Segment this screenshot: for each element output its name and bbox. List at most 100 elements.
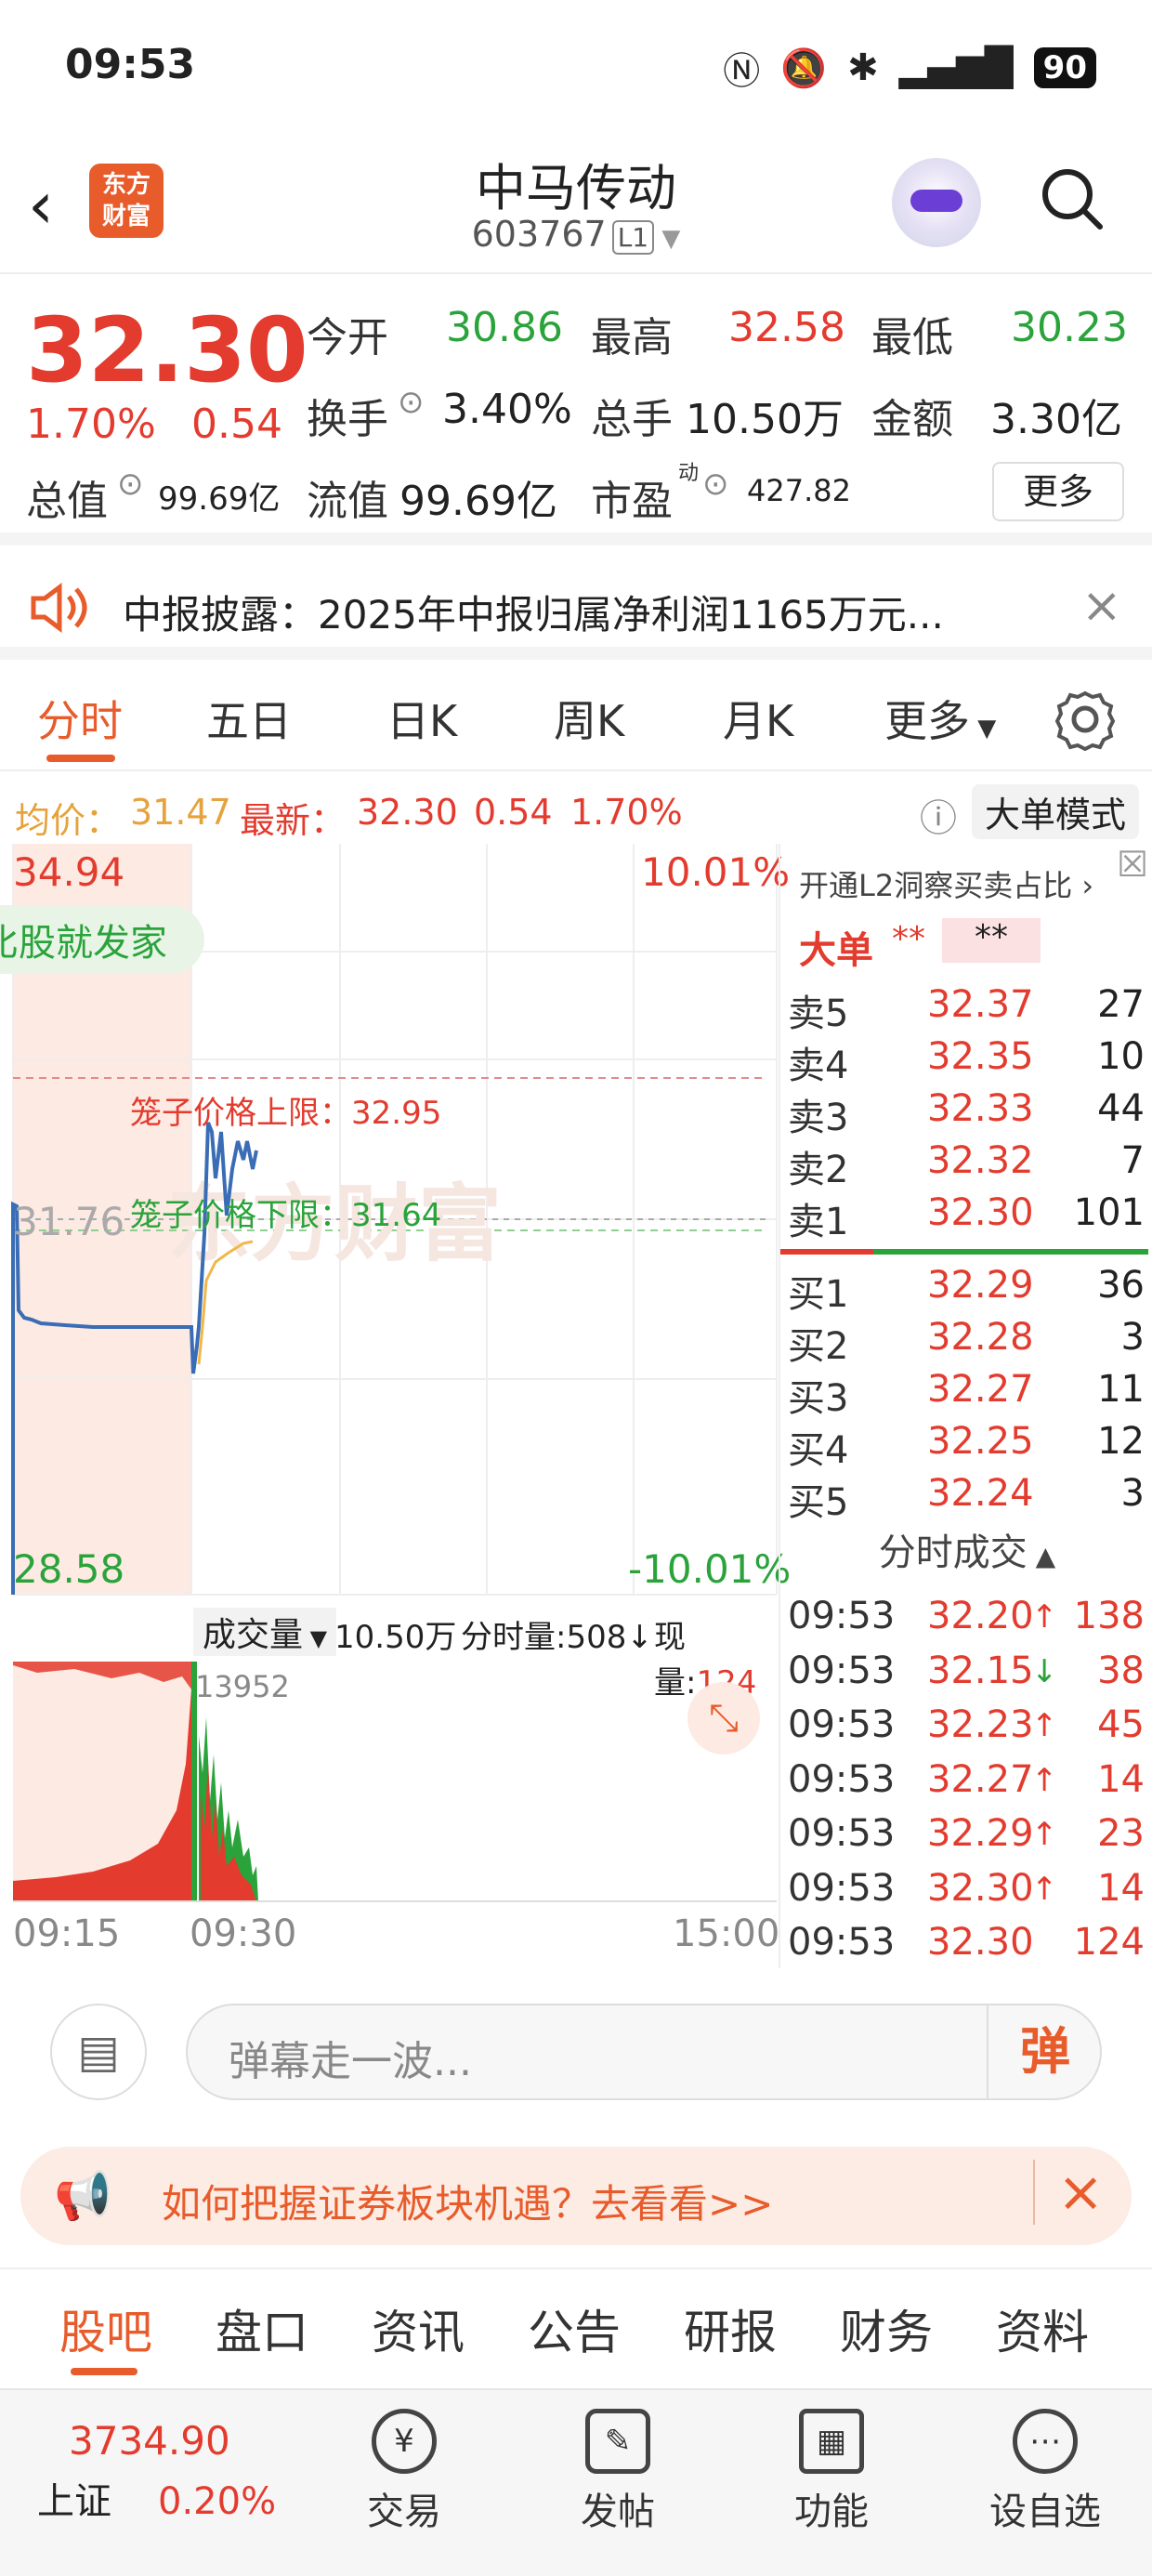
- tab-announcement[interactable]: 公告: [528, 2295, 621, 2362]
- promo-banner[interactable]: 📢 如何把握证券板块机遇？去看看>> ×: [20, 2147, 1132, 2245]
- trade-vol: 23: [1097, 1812, 1145, 1855]
- ask-label: 卖4: [788, 1045, 849, 1087]
- ask-row[interactable]: 卖5 32.37 27: [788, 983, 1150, 1035]
- tab-weekly-k[interactable]: 周K: [554, 688, 624, 749]
- info-icon[interactable]: ⊙: [117, 466, 144, 503]
- search-icon[interactable]: [1039, 165, 1104, 230]
- trade-row[interactable]: 09:53 32.30 ↑ 14: [788, 1867, 1150, 1919]
- tab-profile[interactable]: 资料: [996, 2295, 1089, 2362]
- nav-post[interactable]: ✎ 发帖: [548, 2409, 687, 2535]
- trade-price: 32.27: [927, 1757, 1034, 1801]
- price-info-line: 均价： 31.47 最新： 32.30 0.54 1.70% ⓘ 大单模式: [0, 779, 1152, 844]
- trade-row[interactable]: 09:53 32.30 124: [788, 1921, 1150, 1973]
- bid-price: 32.25: [927, 1420, 1034, 1463]
- promo-badge[interactable]: 比股就发家: [0, 905, 204, 974]
- ask-vol: 44: [1097, 1087, 1145, 1130]
- bid-price: 32.24: [927, 1472, 1034, 1515]
- ask-row[interactable]: 卖2 32.32 7: [788, 1139, 1150, 1191]
- close-icon[interactable]: ×: [1033, 2160, 1104, 2225]
- volume-selector[interactable]: 成交量 ▼: [193, 1608, 337, 1656]
- last-price: 32.30: [357, 792, 458, 833]
- ask-price: 32.33: [927, 1087, 1034, 1130]
- trade-dir: ↑: [1031, 1761, 1058, 1799]
- nav-functions[interactable]: ▦ 功能: [762, 2409, 901, 2535]
- bid-row[interactable]: 买5 32.24 3: [788, 1472, 1150, 1524]
- tab-more[interactable]: 更多 ▼: [884, 688, 996, 749]
- tab-research[interactable]: 研报: [684, 2295, 777, 2362]
- more-button[interactable]: 更多: [992, 462, 1124, 521]
- ask-row[interactable]: 卖4 32.35 10: [788, 1035, 1150, 1087]
- bid-label: 买3: [788, 1377, 849, 1420]
- ask-label: 卖3: [788, 1097, 849, 1139]
- close-icon[interactable]: ☒: [1117, 844, 1148, 885]
- info-icon[interactable]: ⊙: [398, 384, 425, 421]
- ask-row[interactable]: 卖3 32.33 44: [788, 1087, 1150, 1139]
- trade-vol: 14: [1097, 1757, 1145, 1801]
- volume: 10.50万: [686, 396, 844, 443]
- bid-row[interactable]: 买1 32.29 36: [788, 1264, 1150, 1316]
- notice-bar[interactable]: 中报披露：2025年中报归属净利润1165万元... ×: [0, 558, 1152, 660]
- volume-chart[interactable]: 成交量 ▼ 10.50万 分时量:508↓ 现量:124 13952 ⤡ 09:…: [0, 1598, 779, 1961]
- l2-link[interactable]: 开通L2洞察买卖占比 ›: [799, 862, 1093, 905]
- trade-row[interactable]: 09:53 32.29 ↑ 23: [788, 1812, 1150, 1864]
- cage-lower-label: 笼子价格下限：31.64: [130, 1197, 442, 1234]
- expand-icon[interactable]: ⤡: [687, 1682, 760, 1755]
- info-icon[interactable]: ⊙: [702, 466, 729, 503]
- big-order-mode-button[interactable]: 大单模式: [972, 784, 1140, 839]
- trade-vol: 14: [1097, 1866, 1145, 1910]
- bid-vol: 3: [1120, 1472, 1145, 1515]
- tab-five-day[interactable]: 五日: [206, 688, 292, 749]
- ask-price: 32.32: [927, 1139, 1034, 1182]
- trade-time: 09:53: [788, 1812, 896, 1855]
- stock-code[interactable]: 603767 L1 ▼: [0, 214, 1152, 255]
- speaker-icon: [31, 583, 87, 633]
- ask-row[interactable]: 卖1 32.30 101: [788, 1191, 1150, 1243]
- help-icon[interactable]: ⓘ: [920, 788, 957, 842]
- trade-dir: ↑: [1031, 1816, 1058, 1853]
- time-axis-end: 15:00: [673, 1912, 780, 1955]
- robot-assistant-icon[interactable]: [892, 158, 981, 247]
- trade-vol: 138: [1073, 1595, 1145, 1637]
- danmu-settings-icon[interactable]: ▤: [50, 2004, 147, 2100]
- open-price: 30.86: [446, 304, 563, 351]
- nav-trade[interactable]: ¥ 交易: [334, 2409, 474, 2535]
- high-price: 32.58: [728, 304, 845, 351]
- trade-row[interactable]: 09:53 32.15 ↓ 38: [788, 1649, 1150, 1702]
- ask-price: 32.35: [927, 1035, 1034, 1078]
- bid-vol: 36: [1097, 1264, 1145, 1307]
- tab-forum[interactable]: 股吧: [59, 2295, 152, 2362]
- bid-row[interactable]: 买3 32.27 11: [788, 1368, 1150, 1420]
- active-tab-indicator: [71, 2368, 137, 2375]
- index-widget[interactable]: 3734.90 上证 0.20%: [37, 2418, 276, 2525]
- time-axis-mid: 09:30: [190, 1912, 297, 1955]
- nav-add-watchlist[interactable]: ⋯ 设自选: [975, 2409, 1115, 2535]
- bid-row[interactable]: 买4 32.25 12: [788, 1420, 1150, 1472]
- dropdown-icon: ▼: [303, 1625, 328, 1651]
- trade-row[interactable]: 09:53 32.27 ↑ 14: [788, 1758, 1150, 1810]
- bid-vol: 3: [1120, 1316, 1145, 1359]
- trade-row[interactable]: 09:53 32.20 ↑ 138: [788, 1595, 1150, 1647]
- close-icon[interactable]: ×: [1081, 578, 1122, 634]
- chevron-down-icon: ▼: [654, 225, 681, 253]
- dropdown-icon: ▼: [970, 715, 997, 743]
- gear-icon[interactable]: [1054, 688, 1117, 751]
- tab-intraday[interactable]: 分时: [37, 688, 123, 749]
- ask-vol: 7: [1120, 1139, 1145, 1182]
- tab-finance[interactable]: 财务: [840, 2295, 933, 2362]
- trade-row[interactable]: 09:53 32.23 ↑ 45: [788, 1703, 1150, 1755]
- big-order-label: 大单: [799, 929, 873, 972]
- danmu-send-button[interactable]: 弹: [987, 2005, 1102, 2098]
- tab-orderbook[interactable]: 盘口: [216, 2295, 308, 2362]
- danmu-input[interactable]: 弹幕走一波... 弹: [186, 2004, 1102, 2100]
- ask-vol: 101: [1073, 1191, 1145, 1234]
- trades-title[interactable]: 分时成交 ▲: [780, 1522, 1152, 1576]
- tab-news[interactable]: 资讯: [372, 2295, 465, 2362]
- trade-dir: ↑: [1031, 1598, 1058, 1636]
- intraday-chart[interactable]: 东方财富 34.94 10.01% 比股就发家 31.76 笼子价格上限：32.…: [0, 844, 791, 1598]
- trade-time: 09:53: [788, 1595, 896, 1637]
- battery-icon: 90: [1033, 47, 1096, 88]
- bid-row[interactable]: 买2 32.28 3: [788, 1316, 1150, 1368]
- tab-monthly-k[interactable]: 月K: [723, 688, 793, 749]
- bid-price: 32.27: [927, 1368, 1034, 1411]
- tab-daily-k[interactable]: 日K: [386, 688, 457, 749]
